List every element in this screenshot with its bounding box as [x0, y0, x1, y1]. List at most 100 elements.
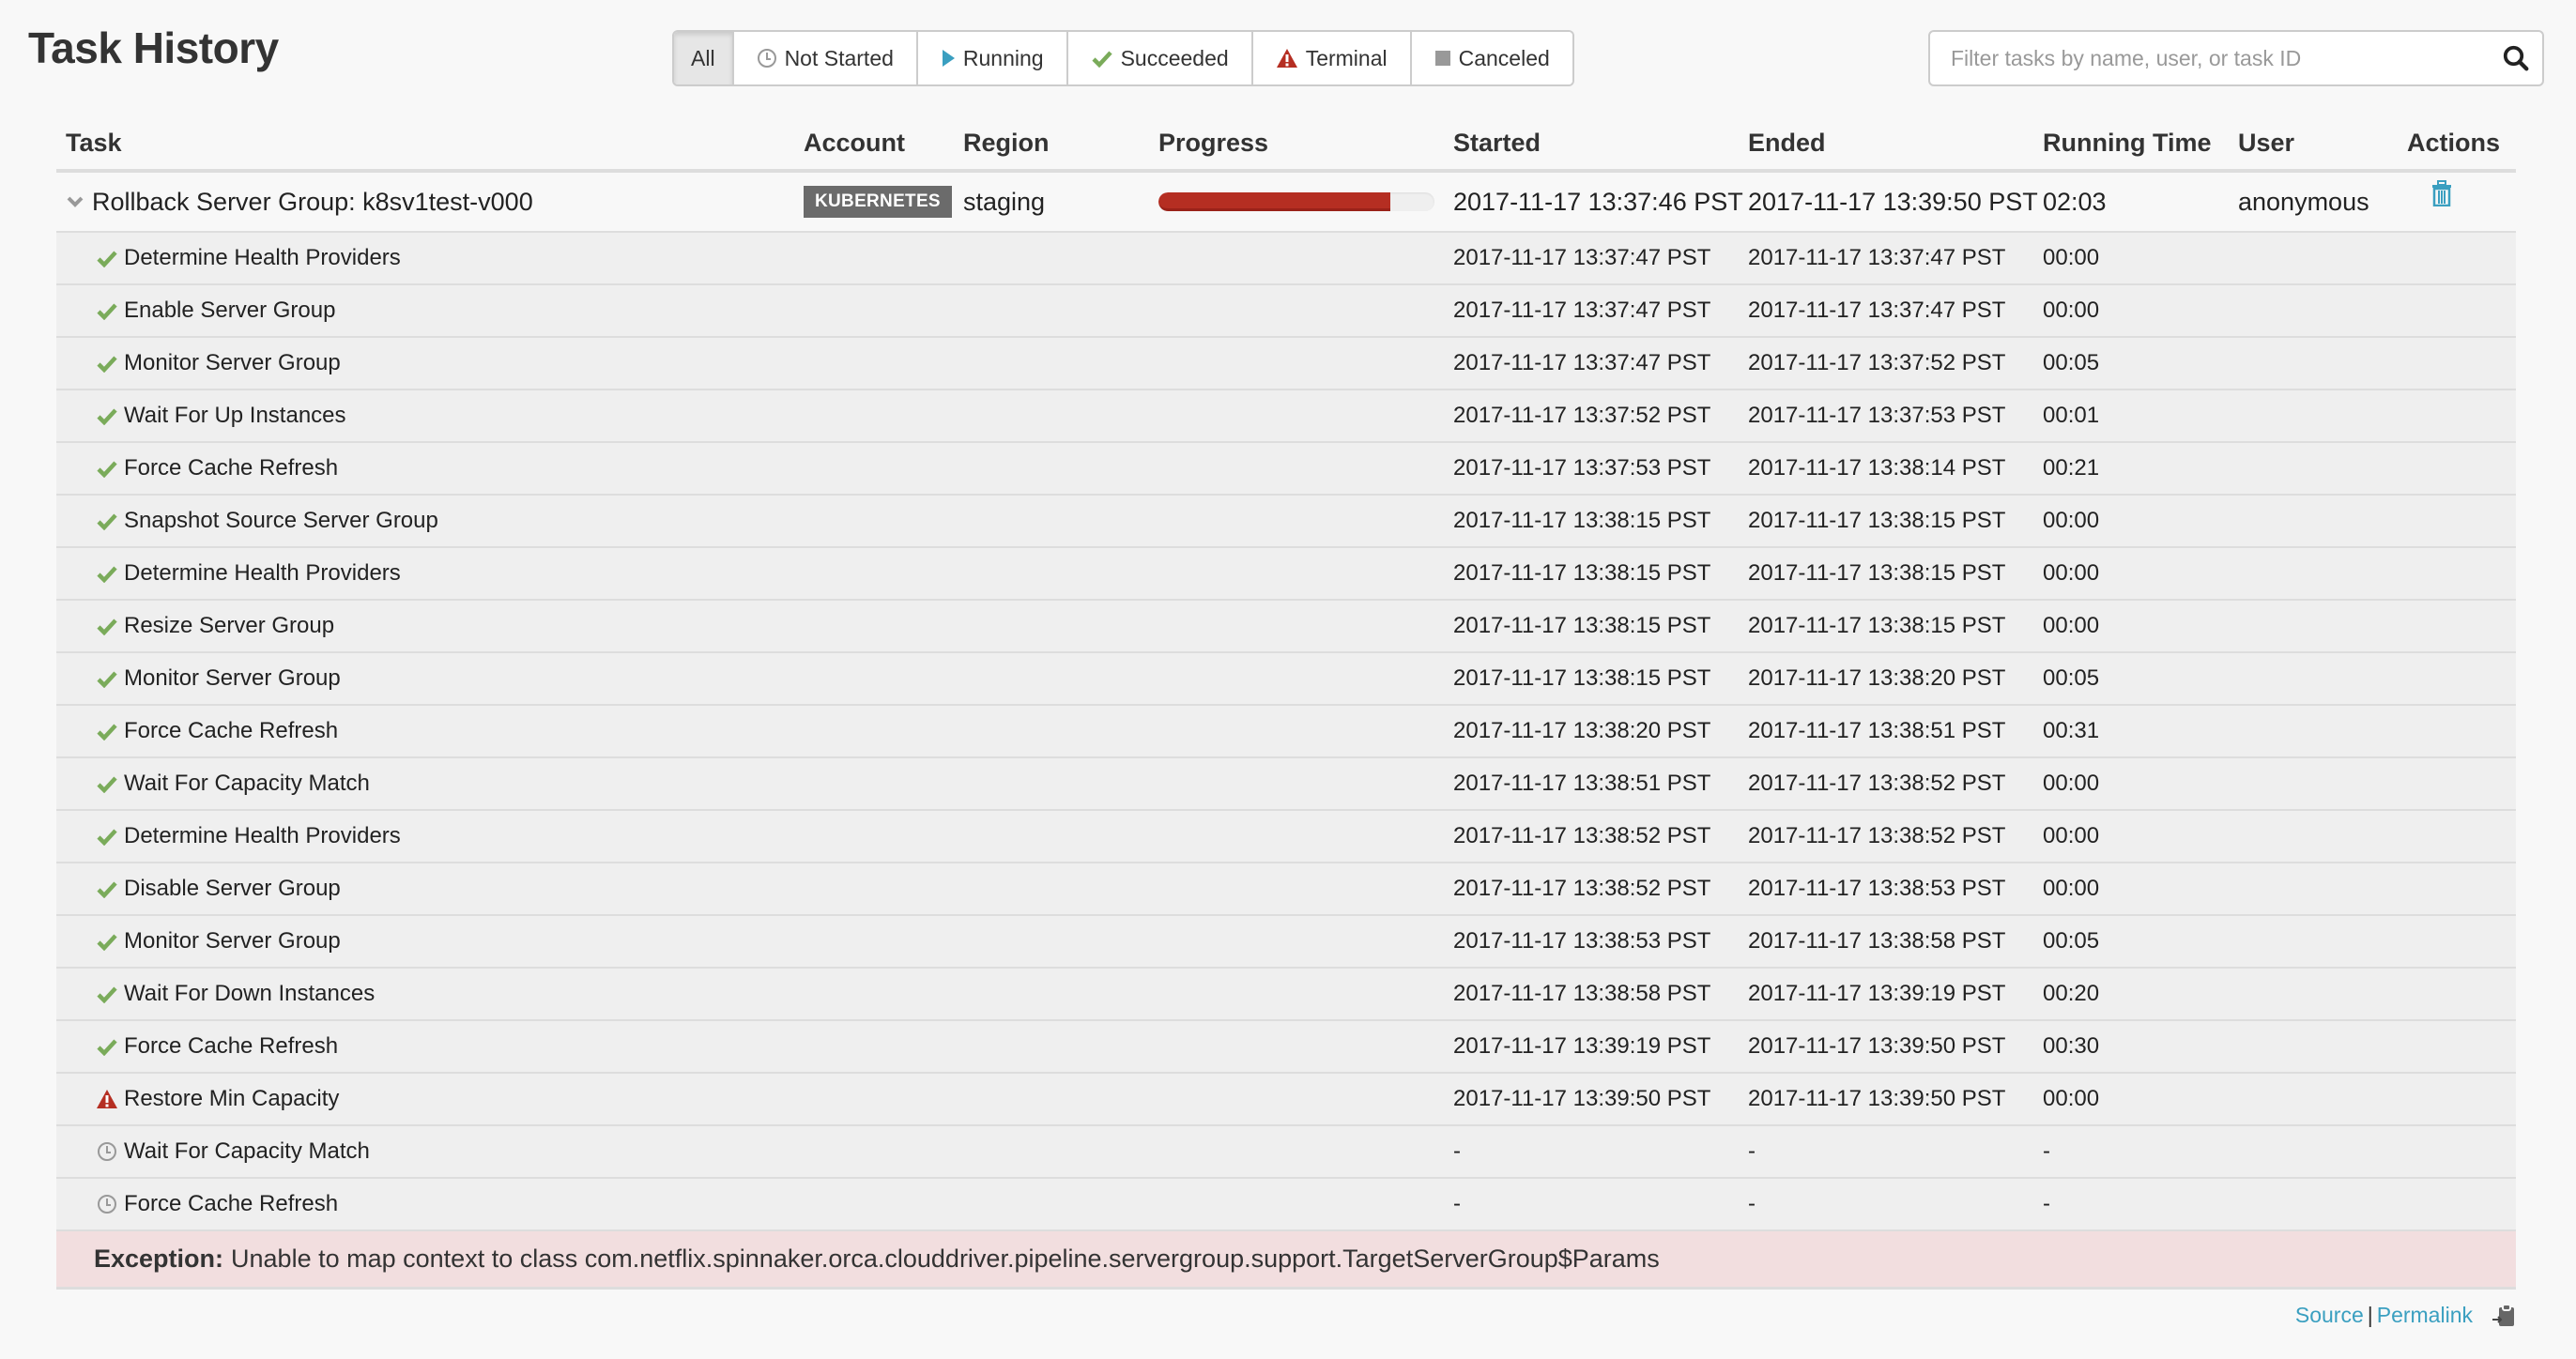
search-icon[interactable]: [2490, 32, 2542, 84]
step-name-cell: Determine Health Providers: [94, 548, 401, 599]
check-icon: [94, 1037, 120, 1056]
header-ended: Ended: [1748, 128, 1826, 157]
task-row[interactable]: Rollback Server Group: k8sv1test-v000 KU…: [56, 173, 2516, 233]
step-ended: 2017-11-17 13:38:58 PST: [1748, 928, 2006, 954]
header-actions: Actions: [2407, 128, 2501, 157]
step-name-cell: Force Cache Refresh: [94, 1021, 338, 1072]
step-name: Resize Server Group: [124, 613, 335, 638]
step-running-time: 00:00: [2043, 823, 2100, 848]
step-name-cell: Snapshot Source Server Group: [94, 496, 438, 546]
step-name-cell: Monitor Server Group: [94, 338, 341, 389]
filter-label: Terminal: [1305, 45, 1388, 70]
check-icon: [94, 722, 120, 741]
step-started: 2017-11-17 13:38:15 PST: [1453, 665, 1711, 691]
header-region: Region: [963, 128, 1050, 157]
progress-bar: [1158, 192, 1434, 211]
step-started: 2017-11-17 13:39:50 PST: [1453, 1086, 1711, 1111]
filter-running[interactable]: Running: [917, 32, 1068, 84]
filter-label: All: [691, 45, 715, 70]
step-ended: 2017-11-17 13:38:15 PST: [1748, 560, 2006, 586]
step-running-time: 00:00: [2043, 771, 2100, 796]
check-icon: [94, 774, 120, 793]
account-cell: KUBERNETES: [804, 173, 952, 231]
warning-icon: [1276, 48, 1298, 69]
exception-label: Exception:: [94, 1244, 224, 1273]
step-name-cell: Force Cache Refresh: [94, 443, 338, 494]
filter-terminal[interactable]: Terminal: [1252, 32, 1412, 84]
source-link[interactable]: Source: [2295, 1303, 2364, 1328]
actions-cell: [2431, 173, 2452, 231]
filter-not-started[interactable]: Not Started: [733, 32, 918, 84]
step-started: 2017-11-17 13:38:53 PST: [1453, 928, 1711, 954]
step-name-cell: Restore Min Capacity: [94, 1074, 339, 1124]
started-cell: 2017-11-17 13:37:46 PST: [1453, 187, 1743, 216]
square-icon: [1434, 49, 1451, 68]
trash-icon[interactable]: [2431, 180, 2452, 206]
task-search: [1928, 30, 2544, 86]
check-icon: [94, 512, 120, 530]
progress-bar-fill: [1158, 192, 1390, 211]
ended-cell: 2017-11-17 13:39:50 PST: [1748, 187, 2038, 216]
step-running-time: 00:30: [2043, 1033, 2100, 1059]
header-running-time: Running Time: [2043, 128, 2212, 157]
step-started: 2017-11-17 13:37:53 PST: [1453, 455, 1711, 481]
step-name-cell: Wait For Capacity Match: [94, 758, 370, 809]
step-ended: -: [1748, 1191, 1756, 1216]
step-ended: 2017-11-17 13:37:52 PST: [1748, 350, 2006, 375]
step-row: Wait For Up Instances 2017-11-17 13:37:5…: [56, 390, 2516, 443]
step-name-cell: Disable Server Group: [94, 863, 341, 914]
step-list: Determine Health Providers 2017-11-17 13…: [56, 233, 2516, 1231]
filter-all[interactable]: All: [674, 32, 734, 84]
step-started: 2017-11-17 13:37:47 PST: [1453, 350, 1711, 375]
step-row: Determine Health Providers 2017-11-17 13…: [56, 811, 2516, 863]
step-name: Snapshot Source Server Group: [124, 508, 438, 533]
clock-icon: [94, 1194, 120, 1214]
filter-label: Running: [962, 45, 1044, 70]
step-name: Disable Server Group: [124, 876, 341, 901]
step-started: 2017-11-17 13:37:52 PST: [1453, 403, 1711, 428]
check-icon: [94, 301, 120, 320]
check-icon: [94, 617, 120, 635]
clipboard-icon[interactable]: [2492, 1303, 2516, 1328]
step-row: Monitor Server Group 2017-11-17 13:37:47…: [56, 338, 2516, 390]
step-started: 2017-11-17 13:38:58 PST: [1453, 981, 1711, 1006]
step-ended: 2017-11-17 13:38:14 PST: [1748, 455, 2006, 481]
header-started: Started: [1453, 128, 1541, 157]
step-ended: 2017-11-17 13:38:15 PST: [1748, 508, 2006, 533]
permalink-link[interactable]: Permalink: [2377, 1303, 2473, 1328]
step-name: Restore Min Capacity: [124, 1086, 340, 1111]
chevron-down-icon[interactable]: [66, 195, 84, 208]
step-row: Force Cache Refresh 2017-11-17 13:38:20 …: [56, 706, 2516, 758]
filter-label: Not Started: [784, 45, 894, 70]
filter-succeeded[interactable]: Succeeded: [1067, 32, 1253, 84]
status-filter-group: All Not Started Running Succeeded Terminal Ca…: [672, 30, 1574, 86]
step-running-time: 00:00: [2043, 613, 2100, 638]
check-icon: [94, 827, 120, 846]
step-name-cell: Wait For Capacity Match: [94, 1126, 370, 1177]
header-account: Account: [804, 128, 905, 157]
step-name-cell: Resize Server Group: [94, 601, 334, 651]
filter-canceled[interactable]: Canceled: [1411, 32, 1572, 84]
play-icon: [941, 49, 956, 68]
check-icon: [94, 249, 120, 267]
task-name: Rollback Server Group: k8sv1test-v000: [92, 187, 533, 216]
step-name: Enable Server Group: [124, 298, 336, 323]
step-running-time: 00:00: [2043, 1086, 2100, 1111]
header-user: User: [2238, 128, 2295, 157]
exception-row: Exception: Unable to map context to clas…: [56, 1231, 2516, 1290]
step-ended: 2017-11-17 13:37:53 PST: [1748, 403, 2006, 428]
footer-links: Source | Permalink: [2295, 1303, 2516, 1328]
step-running-time: 00:00: [2043, 298, 2100, 323]
step-started: -: [1453, 1138, 1461, 1164]
step-ended: 2017-11-17 13:38:20 PST: [1748, 665, 2006, 691]
step-ended: 2017-11-17 13:39:50 PST: [1748, 1086, 2006, 1111]
step-ended: 2017-11-17 13:38:53 PST: [1748, 876, 2006, 901]
step-started: 2017-11-17 13:38:20 PST: [1453, 718, 1711, 743]
search-input[interactable]: [1930, 45, 2490, 71]
step-name: Monitor Server Group: [124, 665, 341, 691]
page-title: Task History: [28, 23, 279, 72]
account-badge: KUBERNETES: [804, 186, 952, 218]
task-name-cell[interactable]: Rollback Server Group: k8sv1test-v000: [66, 173, 533, 231]
check-icon: [94, 985, 120, 1003]
clock-icon: [94, 1141, 120, 1162]
